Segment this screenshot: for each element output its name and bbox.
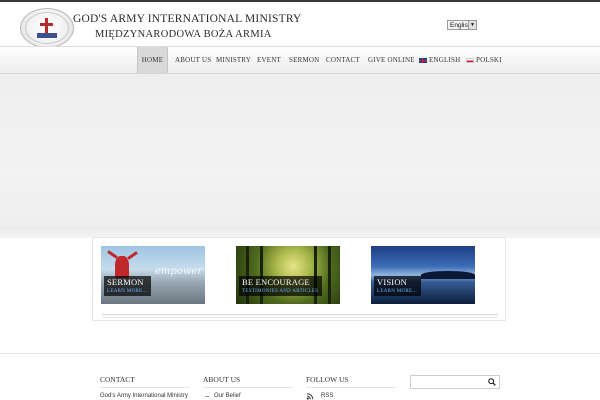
feature-link-testimonies[interactable]: TESTIMONIES AND ARTICLES [242, 289, 318, 294]
footer-link-our-belief[interactable]: Our Belief [214, 393, 241, 399]
poland-flag-icon [466, 57, 474, 63]
feature-caption: VISION LEARN MORE... [374, 276, 422, 296]
nav-item-english[interactable]: ENGLISH [419, 47, 460, 73]
footer-link-rss[interactable]: RSS [321, 393, 333, 399]
panel-divider [102, 317, 498, 318]
feature-link-sermon[interactable]: LEARN MORE... [107, 289, 147, 294]
feature-card-sermon[interactable]: empower SERMON LEARN MORE... [101, 246, 205, 304]
person-arm-right [127, 251, 138, 260]
footer-divider [0, 353, 600, 354]
feature-title-vision[interactable]: VISION [377, 277, 417, 287]
ministry-logo[interactable] [20, 8, 74, 48]
footer-heading-follow-us: FOLLOW US [306, 375, 349, 384]
nav-item-polski-label: POLSKI [476, 56, 502, 64]
nav-item-contact[interactable]: CONTACT [326, 47, 360, 73]
feature-caption: SERMON LEARN MORE... [104, 276, 152, 296]
panel-divider [102, 314, 498, 315]
nav-item-sermon[interactable]: SERMON [289, 47, 319, 73]
footer-heading-underline [306, 387, 396, 388]
nav-item-polski[interactable]: POLSKI [466, 47, 502, 73]
main-navigation: HOME ABOUT US MINISTRY EVENT SERMON CONT… [0, 46, 600, 74]
language-select[interactable]: English ▼ [447, 20, 477, 30]
feature-card-vision[interactable]: VISION LEARN MORE... [371, 246, 475, 304]
footer-search-input[interactable] [410, 375, 500, 389]
logo-crossbar [40, 23, 53, 26]
nav-item-home[interactable]: HOME [137, 47, 168, 73]
site-header: GOD'S ARMY INTERNATIONAL MINISTRY MIĘDZY… [0, 2, 600, 48]
footer-contact-text: God's Army International Ministry [100, 393, 188, 399]
nav-item-english-label: ENGLISH [429, 56, 461, 64]
uk-flag-icon [419, 57, 427, 63]
nav-item-ministry[interactable]: MINISTRY [216, 47, 251, 73]
feature-caption: BE ENCOURAGE TESTIMONIES AND ARTICLES [239, 276, 323, 296]
site-title-polish[interactable]: MIĘDZYNARODOWA BOŻA ARMIA [95, 29, 272, 40]
hero-slider[interactable] [0, 74, 600, 238]
hill-silhouette [421, 271, 475, 279]
tree-trunk [328, 246, 331, 304]
chevron-down-icon: ▼ [468, 21, 476, 29]
logo-book-icon [37, 33, 57, 38]
feature-title-sermon[interactable]: SERMON [107, 277, 147, 287]
logo-cross-icon [45, 18, 48, 34]
empower-image-text: empower [155, 266, 203, 277]
footer-heading-contact: CONTACT [100, 375, 135, 384]
nav-item-give-online[interactable]: GIVE ONLINE [368, 47, 415, 73]
footer-heading-about-us: ABOUT US [203, 375, 241, 384]
bullet-icon [205, 396, 209, 397]
feature-card-be-encourage[interactable]: BE ENCOURAGE TESTIMONIES AND ARTICLES [236, 246, 340, 304]
footer-heading-underline [100, 387, 190, 388]
rss-icon[interactable] [306, 393, 314, 400]
footer-heading-underline [203, 387, 293, 388]
feature-link-vision[interactable]: LEARN MORE... [377, 289, 417, 294]
site-title-english[interactable]: GOD'S ARMY INTERNATIONAL MINISTRY [73, 13, 302, 25]
person-figure [115, 256, 129, 278]
nav-item-about-us[interactable]: ABOUT US [175, 47, 211, 73]
nav-item-event[interactable]: EVENT [257, 47, 281, 73]
feature-title-be-encourage[interactable]: BE ENCOURAGE [242, 277, 318, 287]
search-icon[interactable] [488, 378, 496, 386]
